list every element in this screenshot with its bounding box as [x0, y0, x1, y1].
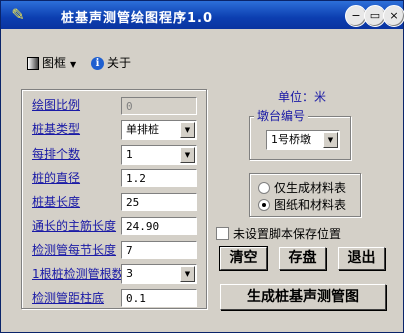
pile-diameter-label: 桩的直径 [32, 171, 81, 185]
frame-icon [27, 57, 39, 70]
tube-to-bottom-label: 检测管距柱底 [32, 291, 105, 305]
pier-number-value: 1号桥墩 [271, 133, 311, 146]
radio-material-only-label: 仅生成材料表 [274, 181, 347, 195]
frame-menu-label: 图框 [42, 56, 67, 70]
per-row-count-select[interactable]: 1 ▼ [121, 145, 197, 165]
chevron-down-icon[interactable]: ▼ [180, 147, 195, 163]
app-logo-icon: ✎ [11, 5, 25, 24]
tube-segment-length-label: 检测管每节长度 [32, 243, 117, 257]
scale-label: 绘图比例 [32, 98, 81, 112]
radio-selected-icon[interactable] [258, 198, 270, 211]
pile-length-label: 桩基长度 [32, 195, 81, 209]
pier-number-title: 墩台编号 [254, 109, 309, 123]
radio-off-icon[interactable] [258, 181, 270, 194]
generate-drawing-button[interactable]: 生成桩基声测管图 [220, 284, 386, 310]
chevron-down-icon[interactable]: ▼ [323, 132, 338, 148]
title-bar[interactable]: ✎ 桩基声测管绘图程序1.0 − ▭ × [1, 1, 404, 29]
frame-menu[interactable]: 图框 ▼ [27, 54, 76, 72]
tube-count-label: 1根桩检测管根数 [32, 267, 124, 281]
pile-type-select[interactable]: 单排桩 ▼ [121, 120, 197, 140]
tube-to-bottom-field[interactable]: 0.1 [121, 289, 197, 307]
pile-type-label: 桩基类型 [32, 122, 81, 136]
window-title: 桩基声测管绘图程序1.0 [61, 11, 214, 26]
exit-button[interactable]: 退出 [338, 247, 385, 270]
radio-drawing-and-material[interactable]: 图纸和材料表 [258, 198, 346, 212]
pier-number-select[interactable]: 1号桥墩 ▼ [266, 130, 340, 150]
per-row-count-label: 每排个数 [32, 147, 81, 161]
pile-type-value: 单排桩 [126, 123, 159, 136]
clear-button[interactable]: 清空 [219, 246, 268, 271]
dropdown-arrow-icon: ▼ [70, 60, 77, 69]
close-button[interactable]: × [383, 5, 404, 27]
per-row-count-value: 1 [126, 148, 133, 161]
app-window: ✎ 桩基声测管绘图程序1.0 − ▭ × 图框 ▼ i 关于 绘图比例 0 桩基类型… [0, 0, 404, 333]
main-rebar-length-label: 通长的主筋长度 [32, 219, 117, 233]
checkbox-icon[interactable] [216, 227, 229, 240]
unit-label: 单位：米 [278, 90, 327, 104]
tube-count-select[interactable]: 3 ▼ [121, 264, 197, 284]
menu-bar: 图框 ▼ i 关于 [5, 51, 399, 75]
pile-length-field[interactable]: 25 [121, 193, 197, 211]
chevron-down-icon[interactable]: ▼ [180, 266, 195, 282]
script-path-checkbox-label: 未设置脚本保存位置 [233, 227, 342, 241]
info-icon: i [91, 57, 104, 70]
radio-drawing-and-material-label: 图纸和材料表 [274, 198, 347, 212]
script-path-checkbox[interactable]: 未设置脚本保存位置 [216, 227, 341, 241]
tube-count-value: 3 [126, 267, 133, 280]
scale-field[interactable]: 0 [121, 97, 197, 115]
radio-material-only[interactable]: 仅生成材料表 [258, 181, 346, 195]
about-menu-label: 关于 [107, 56, 132, 70]
about-menu[interactable]: i 关于 [91, 54, 131, 72]
save-button[interactable]: 存盘 [279, 247, 326, 270]
chevron-down-icon[interactable]: ▼ [180, 122, 195, 138]
tube-segment-length-field[interactable]: 7 [121, 241, 197, 259]
pile-diameter-field[interactable]: 1.2 [121, 169, 197, 187]
main-rebar-length-field[interactable]: 24.90 [121, 217, 197, 235]
